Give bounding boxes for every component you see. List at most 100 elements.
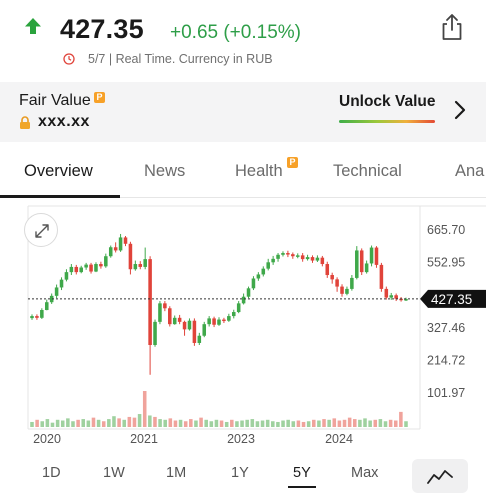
tab-overview[interactable]: Overview <box>24 162 93 181</box>
chart-type-button[interactable] <box>412 459 468 493</box>
y-tick-label: 214.72 <box>427 353 465 367</box>
candle-body <box>118 237 123 251</box>
volume-bar <box>66 418 70 427</box>
last-price: 427.35 <box>60 14 144 44</box>
tab-news[interactable]: News <box>144 162 185 181</box>
share-icon[interactable] <box>440 13 464 41</box>
volume-bar <box>388 419 393 427</box>
candle-body <box>286 253 290 255</box>
volume-bar <box>168 418 173 427</box>
volume-bar <box>199 417 203 427</box>
range-1m[interactable]: 1M <box>166 465 186 481</box>
volume-bar <box>276 421 280 427</box>
volume-bar <box>332 418 337 427</box>
volume-bar <box>30 421 34 427</box>
candle-body <box>182 321 187 330</box>
candle-body <box>35 316 39 318</box>
volume-bar <box>373 419 378 427</box>
volume-bar <box>358 419 362 427</box>
tab-health[interactable]: Health <box>235 162 283 181</box>
chevron-right-icon[interactable] <box>454 100 466 120</box>
candle-body <box>384 288 389 298</box>
volume-bar <box>301 421 306 427</box>
candle-body <box>310 257 315 261</box>
volume-bar <box>91 417 96 427</box>
volume-bar <box>173 420 178 427</box>
candle-body <box>108 247 113 257</box>
range-1y[interactable]: 1Y <box>231 465 249 481</box>
candle-body <box>64 272 69 280</box>
candle-body <box>138 264 143 267</box>
expand-chart-button[interactable] <box>24 213 58 247</box>
range-max[interactable]: Max <box>351 465 378 481</box>
section-tabs: Overview News Health P Technical Ana <box>0 142 486 198</box>
price-chart[interactable]: 665.70 552.95 327.46 214.72 101.97 427.35 2020… <box>0 199 486 459</box>
candle-body <box>44 302 49 311</box>
volume-bar <box>45 419 50 427</box>
volume-bar <box>107 419 111 427</box>
candle-body <box>158 303 162 322</box>
candle-body <box>325 264 330 276</box>
candle-body <box>172 317 177 325</box>
candle-body <box>207 318 211 325</box>
candle-body <box>231 312 236 317</box>
candle-body <box>315 257 320 261</box>
lock-icon <box>20 116 30 129</box>
candle-body <box>89 264 93 272</box>
volume-bar <box>76 419 80 427</box>
volume-bar <box>255 421 260 427</box>
volume-bar <box>291 421 296 427</box>
candle-body <box>148 259 152 345</box>
tab-analysis[interactable]: Ana <box>455 162 484 181</box>
volume-bar <box>286 419 290 427</box>
volume-bar <box>204 419 208 427</box>
volume-bar <box>404 421 408 427</box>
volume-bar <box>312 419 316 427</box>
range-5y[interactable]: 5Y <box>293 465 311 481</box>
candle-body <box>300 255 305 260</box>
fair-value-gauge <box>339 120 435 123</box>
tab-technical[interactable]: Technical <box>333 162 402 181</box>
candle-body <box>291 254 295 257</box>
volume-bar <box>153 416 157 427</box>
volume-bar <box>194 420 198 427</box>
volume-bar <box>178 419 183 427</box>
range-1d[interactable]: 1D <box>42 465 61 481</box>
candle-body <box>192 320 197 343</box>
volume-bar <box>260 420 265 427</box>
candle-body <box>212 318 216 325</box>
volume-bar <box>163 419 167 427</box>
range-1w[interactable]: 1W <box>103 465 125 481</box>
volume-bar <box>40 421 45 427</box>
candle-body <box>295 255 300 257</box>
candle-body <box>359 250 364 273</box>
volume-bar <box>306 421 311 427</box>
pro-badge-icon: P <box>94 92 105 103</box>
volume-bar <box>148 415 152 427</box>
volume-bar <box>86 420 91 427</box>
candle-body <box>241 296 246 304</box>
candle-body <box>123 237 128 244</box>
candle-body <box>187 320 192 330</box>
candle-body <box>217 319 221 325</box>
candle-body <box>163 303 167 309</box>
candle-body <box>30 316 34 319</box>
candle-body <box>394 295 398 299</box>
fair-value-amount: xxx.xx <box>38 113 90 130</box>
volume-bar <box>60 420 65 427</box>
arrow-up-icon <box>25 18 41 34</box>
candle-body <box>74 266 79 273</box>
time-range-selector: 1D 1W 1M 1Y 5Y Max <box>0 455 486 500</box>
unlock-value-link[interactable]: Unlock Value <box>339 93 435 111</box>
candle-body <box>335 279 339 287</box>
fair-value-panel[interactable]: Fair Value P xxx.xx Unlock Value <box>0 82 486 142</box>
volume-bar <box>347 417 352 427</box>
candle-body <box>94 264 98 272</box>
x-tick-label: 2023 <box>227 432 255 446</box>
volume-bar <box>383 421 388 427</box>
candle-body <box>227 316 231 321</box>
candle-body <box>350 277 354 289</box>
active-tab-indicator <box>0 195 120 198</box>
candle-body <box>256 274 261 279</box>
candle-body <box>133 264 138 270</box>
